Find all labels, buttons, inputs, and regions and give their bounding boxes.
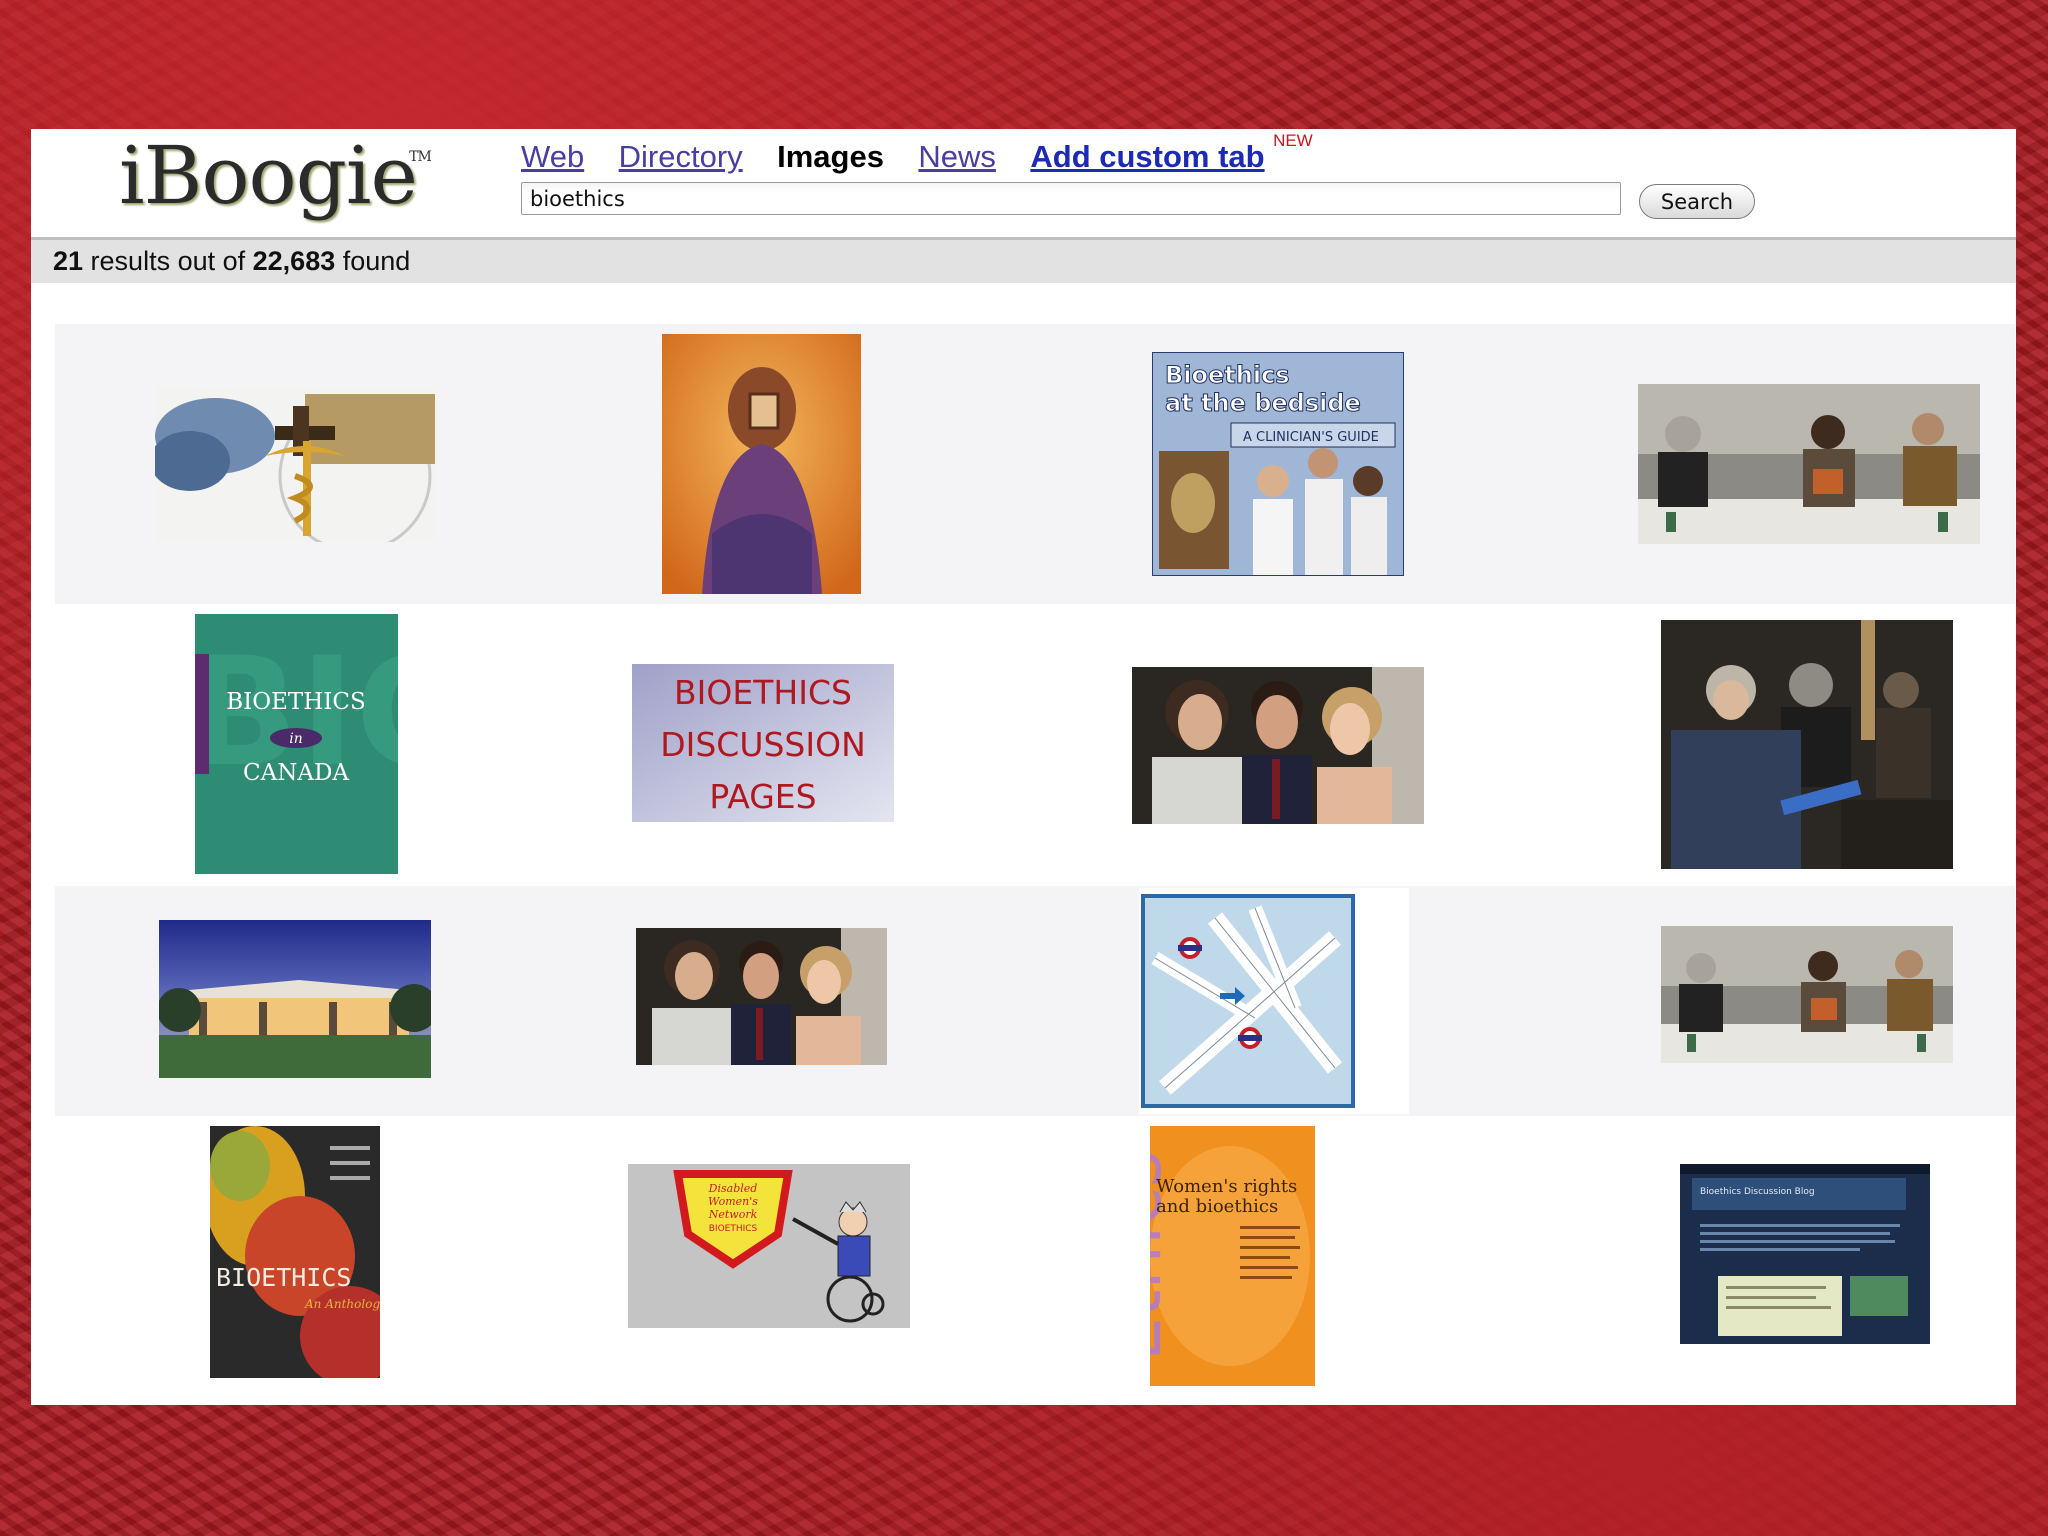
result-cell xyxy=(1525,604,2015,886)
logo-trademark: TM xyxy=(409,149,432,165)
result-cell xyxy=(1035,604,1525,886)
cover-line2: and bioethics xyxy=(1156,1196,1278,1217)
anthology-title: BIOETHICS xyxy=(216,1263,351,1292)
thumbnail-panel-discussion[interactable] xyxy=(1638,384,1980,544)
results-row xyxy=(55,886,2015,1116)
thumbnail-discussion-blog-screenshot[interactable]: Bioethics Discussion Blog xyxy=(1680,1164,1930,1344)
result-cell xyxy=(1525,886,2015,1116)
tab-images[interactable]: Images xyxy=(777,135,884,179)
thumbnail-three-people-photo[interactable] xyxy=(1132,667,1424,824)
image-results-grid: Bioethics at the bedside A CLINICIAN'S G… xyxy=(55,324,2015,1405)
search-tabs: Web Directory Images News Add custom tab… xyxy=(521,131,1313,179)
thumbnail-bioethics-anthology-cover[interactable]: BIOETHICS An Anthology xyxy=(210,1126,380,1378)
result-cell xyxy=(545,324,1035,604)
blog-title: Bioethics Discussion Blog xyxy=(1700,1187,1815,1197)
canada-cover-line1: BIOETHICS xyxy=(226,689,365,715)
results-summary: 21 results out of 22,683 found xyxy=(31,237,2016,283)
thumbnail-bioethics-discussion-pages[interactable]: BIOETHICS DISCUSSION PAGES xyxy=(632,664,894,822)
results-total: 22,683 xyxy=(252,246,336,276)
anthology-subtitle: An Anthology xyxy=(304,1297,380,1311)
cover-line1: Women's rights xyxy=(1156,1176,1297,1197)
discussion-line3: PAGES xyxy=(709,777,816,816)
cover-subtitle: A CLINICIAN'S GUIDE xyxy=(1243,430,1379,445)
cover-title-line1: Bioethics xyxy=(1165,361,1290,389)
thumbnail-figure-with-mirror[interactable] xyxy=(662,334,861,594)
results-row: BIOETHICS An Anthology Disabled Women's … xyxy=(55,1116,2015,1405)
tab-directory[interactable]: Directory xyxy=(619,135,743,179)
browser-page: iBoogie TM Web Directory Images News Add … xyxy=(31,129,2016,1405)
thumbnail-bioethics-at-bedside-cover[interactable]: Bioethics at the bedside A CLINICIAN'S G… xyxy=(1152,352,1404,576)
result-cell: Disabled Women's Network BIOETHICS xyxy=(545,1116,1035,1405)
cover-title-line2: at the bedside xyxy=(1165,389,1361,417)
result-cell: BIOETHICS An Anthology xyxy=(55,1116,545,1405)
tab-web[interactable]: Web xyxy=(521,135,584,179)
result-cell: Ethics Women's rights and bioethics xyxy=(1035,1116,1525,1405)
result-cell xyxy=(1525,324,2015,604)
network-line3: Network xyxy=(708,1208,758,1221)
thumbnail-caduceus-gavel[interactable] xyxy=(155,386,437,542)
network-line1: Disabled xyxy=(708,1182,758,1195)
tab-news[interactable]: News xyxy=(918,135,996,179)
thumbnail-building-at-dusk[interactable] xyxy=(159,920,431,1078)
search-input[interactable] xyxy=(521,182,1621,215)
result-cell: BIO BIOETHICS in CANADA xyxy=(55,604,545,886)
result-cell xyxy=(1035,886,1525,1116)
new-badge: NEW xyxy=(1273,131,1313,150)
canada-cover-line2: in xyxy=(289,731,303,747)
thumbnail-street-map[interactable] xyxy=(1141,894,1355,1108)
result-cell xyxy=(55,324,545,604)
result-cell xyxy=(55,886,545,1116)
result-cell: Bioethics Discussion Blog xyxy=(1525,1116,2015,1405)
discussion-line2: DISCUSSION xyxy=(660,725,866,764)
results-mid-text: results out of xyxy=(83,246,253,276)
results-row: BIO BIOETHICS in CANADA BIOETHICS xyxy=(55,604,2015,886)
result-cell: BIOETHICS DISCUSSION PAGES xyxy=(545,604,1035,886)
network-line2: Women's xyxy=(708,1195,758,1208)
site-logo[interactable]: iBoogie TM xyxy=(119,129,432,222)
discussion-line1: BIOETHICS xyxy=(674,673,852,712)
network-line4: BIOETHICS xyxy=(709,1224,758,1234)
thumbnail-group-discussion[interactable] xyxy=(1661,620,1953,869)
thumbnail-womens-rights-cover[interactable]: Ethics Women's rights and bioethics xyxy=(1150,1126,1315,1386)
canada-cover-line3: CANADA xyxy=(243,760,349,786)
result-cell: Bioethics at the bedside A CLINICIAN'S G… xyxy=(1035,324,1525,604)
thumbnail-disabled-womens-network[interactable]: Disabled Women's Network BIOETHICS xyxy=(628,1164,910,1328)
results-end-text: found xyxy=(335,246,411,276)
header: iBoogie TM Web Directory Images News Add … xyxy=(31,129,2016,237)
results-row: Bioethics at the bedside A CLINICIAN'S G… xyxy=(55,324,2015,604)
thumbnail-three-people-photo-2[interactable] xyxy=(636,928,887,1065)
results-count: 21 xyxy=(53,246,84,276)
search-button[interactable]: Search xyxy=(1639,184,1755,219)
thumbnail-bioethics-in-canada-cover[interactable]: BIO BIOETHICS in CANADA xyxy=(195,614,398,874)
result-cell xyxy=(545,886,1035,1116)
tab-add-custom[interactable]: Add custom tab xyxy=(1030,135,1264,179)
thumbnail-panel-discussion-2[interactable] xyxy=(1661,926,1953,1063)
logo-text: iBoogie xyxy=(119,129,418,222)
